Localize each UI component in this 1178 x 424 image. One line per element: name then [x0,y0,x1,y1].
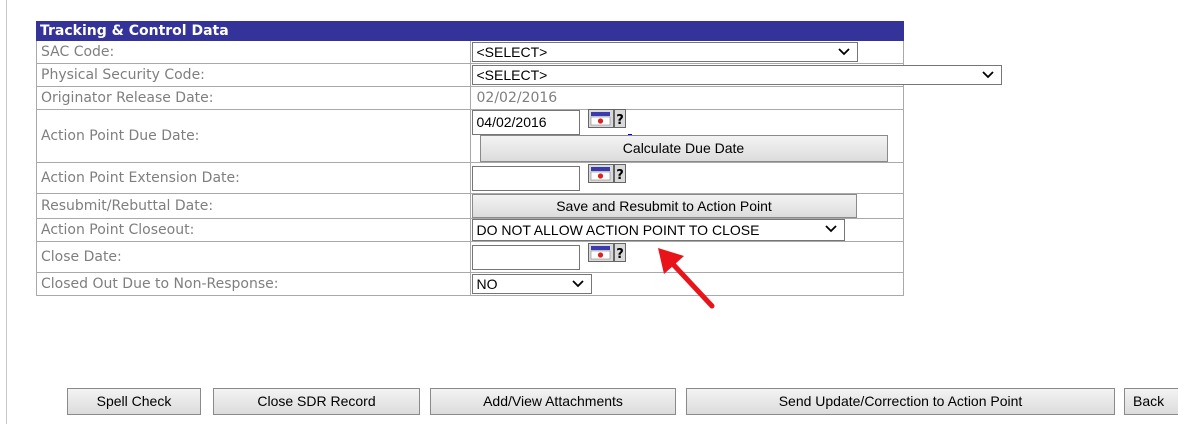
sac-code-label: SAC Code: [36,40,471,64]
action-point-due-date-label: Action Point Due Date: [36,109,471,163]
panel-header: Tracking & Control Data [36,21,904,41]
row-close-date: Close Date: ? [36,241,904,273]
row-resubmit-rebuttal-date: Resubmit/Rebuttal Date: Save and Resubmi… [36,193,904,219]
row-physical-security-code: Physical Security Code: <SELECT> [36,63,1002,87]
calendar-help-icon[interactable]: ? [587,108,626,129]
svg-text:?: ? [616,168,624,183]
sac-code-select[interactable]: <SELECT> [471,42,858,62]
row-action-point-due-date: Action Point Due Date: 04/02/2016 ? Calc… [36,108,904,163]
row-sac-code: SAC Code: <SELECT> [36,40,904,64]
closed-out-non-response-select-value: NO [476,276,498,292]
back-button[interactable]: Back [1124,388,1178,415]
action-button-bar: Spell Check Close SDR Record Add/View At… [0,388,1178,418]
row-action-point-closeout: Action Point Closeout: DO NOT ALLOW ACTI… [36,218,904,242]
physical-security-code-select[interactable]: <SELECT> [471,65,1002,85]
action-point-closeout-select-value: DO NOT ALLOW ACTION POINT TO CLOSE [476,222,760,238]
chevron-down-icon [824,225,837,233]
originator-release-date-value: 02/02/2016 [469,86,904,110]
action-point-extension-date-label: Action Point Extension Date: [36,162,471,194]
action-point-closeout-label: Action Point Closeout: [36,218,471,242]
action-point-closeout-select[interactable]: DO NOT ALLOW ACTION POINT TO CLOSE [471,219,845,241]
physical-security-code-select-value: <SELECT> [476,67,548,83]
calendar-help-icon[interactable]: ? [587,243,626,263]
calendar-help-icon[interactable]: ? [587,164,626,184]
originator-release-date-label: Originator Release Date: [36,86,471,110]
calculate-due-date-button[interactable]: Calculate Due Date [479,135,888,162]
resubmit-rebuttal-date-label: Resubmit/Rebuttal Date: [36,193,471,219]
action-point-due-date-input[interactable]: 04/02/2016 [471,110,580,135]
red-arrow-icon [658,248,715,309]
action-point-extension-date-input[interactable] [471,165,580,191]
close-date-label: Close Date: [36,241,471,273]
send-update-correction-button[interactable]: Send Update/Correction to Action Point [686,388,1115,415]
sac-code-select-value: <SELECT> [476,44,548,60]
left-divider [6,0,7,424]
add-view-attachments-button[interactable]: Add/View Attachments [430,388,676,415]
row-closed-out-non-response: Closed Out Due to Non-Response: NO [36,272,904,296]
chevron-down-icon [837,48,850,56]
close-sdr-record-button[interactable]: Close SDR Record [213,388,420,415]
chevron-down-icon [981,71,994,79]
tracking-control-panel: Tracking & Control Data SAC Code: <SELEC… [36,21,1002,296]
svg-text:?: ? [616,247,624,262]
spell-check-button[interactable]: Spell Check [67,388,201,415]
close-date-input[interactable] [471,244,580,270]
closed-out-non-response-label: Closed Out Due to Non-Response: [36,272,471,296]
row-originator-release-date: Originator Release Date: 02/02/2016 [36,86,904,110]
closed-out-non-response-select[interactable]: NO [471,274,592,294]
physical-security-code-label: Physical Security Code: [36,63,471,87]
chevron-down-icon [571,280,584,288]
save-and-resubmit-button[interactable]: Save and Resubmit to Action Point [471,194,857,218]
row-action-point-extension-date: Action Point Extension Date: ? [36,162,904,194]
svg-text:?: ? [616,113,624,128]
